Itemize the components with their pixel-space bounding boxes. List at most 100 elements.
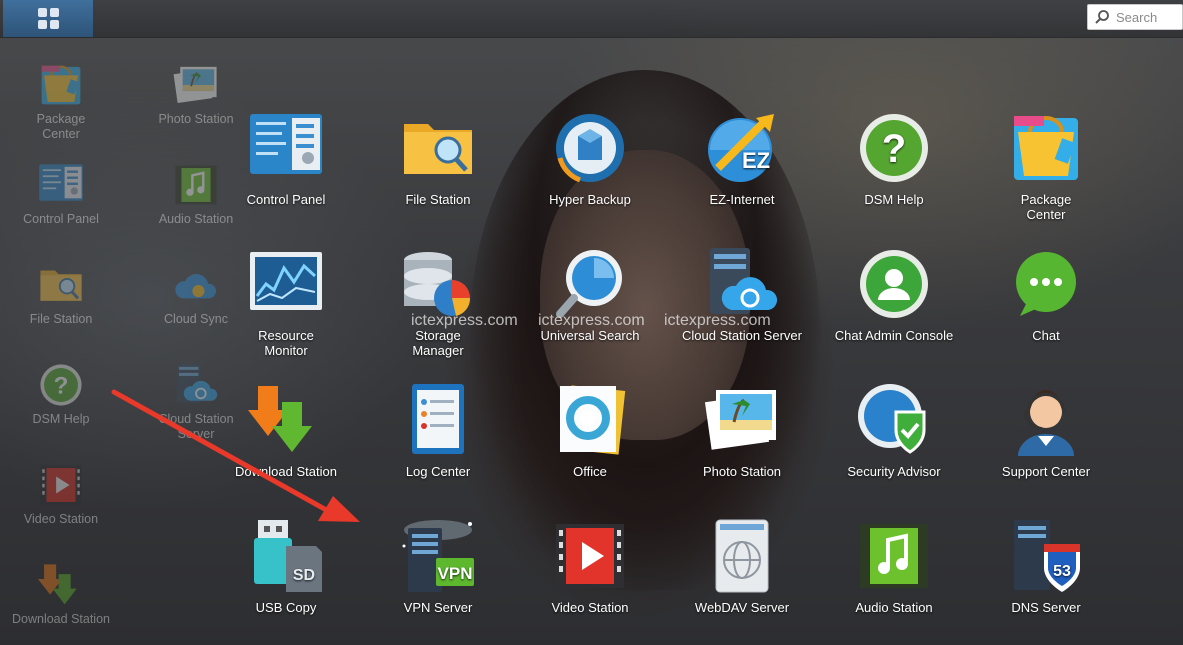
dsm-help-icon: ? bbox=[38, 362, 84, 408]
office-icon bbox=[552, 382, 628, 458]
app-dns-server[interactable]: 53 DNS Server bbox=[971, 518, 1121, 615]
desktop-shortcut-package-center[interactable]: Package Center bbox=[6, 62, 116, 142]
app-chat-admin-console[interactable]: Chat Admin Console bbox=[819, 246, 969, 343]
app-label: USB Copy bbox=[255, 600, 317, 615]
storage-manager-icon bbox=[400, 246, 476, 322]
app-package-center[interactable]: Package Center bbox=[971, 110, 1121, 222]
control-panel-icon bbox=[38, 162, 84, 208]
app-label: Chat bbox=[1032, 328, 1060, 343]
support-center-icon bbox=[1008, 382, 1084, 458]
app-chat[interactable]: Chat bbox=[971, 246, 1121, 343]
app-log-center[interactable]: Log Center bbox=[363, 382, 513, 479]
usb-copy-icon: SD bbox=[248, 518, 324, 594]
taskbar: Search bbox=[0, 0, 1183, 38]
webdav-server-icon bbox=[704, 518, 780, 594]
app-label: Download Station bbox=[235, 464, 337, 479]
app-dsm-help[interactable]: ? DSM Help bbox=[819, 110, 969, 207]
log-center-icon bbox=[400, 382, 476, 458]
desktop-shortcut-label: DSM Help bbox=[32, 412, 90, 426]
app-file-station[interactable]: File Station bbox=[363, 110, 513, 207]
main-menu-button[interactable] bbox=[3, 0, 93, 37]
photo-station-icon bbox=[704, 382, 780, 458]
chat-admin-console-icon bbox=[856, 246, 932, 322]
app-label: Support Center bbox=[1001, 464, 1091, 479]
svg-text:SD: SD bbox=[293, 567, 315, 584]
app-label: Universal Search bbox=[540, 328, 640, 343]
universal-search-icon bbox=[552, 246, 628, 322]
package-center-icon bbox=[1008, 110, 1084, 186]
desktop-shortcut-download-station[interactable]: Download Station bbox=[6, 562, 116, 627]
svg-text:?: ? bbox=[54, 372, 69, 399]
app-resource-monitor[interactable]: Resource Monitor bbox=[211, 246, 361, 358]
grid-icon bbox=[37, 8, 59, 29]
desktop-shortcut-label: Download Station bbox=[12, 612, 110, 626]
app-security-advisor[interactable]: Security Advisor bbox=[819, 382, 969, 479]
app-label: Storage bbox=[415, 328, 461, 343]
download-station-icon bbox=[38, 562, 84, 608]
app-label: Photo Station bbox=[702, 464, 782, 479]
package-center-icon bbox=[38, 62, 84, 108]
desktop-shortcut-video-station[interactable]: Video Station bbox=[6, 462, 116, 527]
watermark-text: ictexpress.com bbox=[411, 312, 518, 329]
security-advisor-icon bbox=[856, 382, 932, 458]
photo-station-icon bbox=[173, 62, 219, 108]
search-placeholder: Search bbox=[1116, 9, 1158, 25]
app-download-station[interactable]: Download Station bbox=[211, 382, 361, 479]
vpn-server-icon: VPN bbox=[400, 518, 476, 594]
app-label: DNS Server bbox=[1011, 600, 1081, 615]
app-storage-manager[interactable]: Storage Manager bbox=[363, 246, 513, 358]
app-hyper-backup[interactable]: Hyper Backup bbox=[515, 110, 665, 207]
video-station-icon bbox=[552, 518, 628, 594]
svg-text:VPN: VPN bbox=[438, 564, 473, 583]
app-label: Control Panel bbox=[246, 192, 326, 207]
app-label: VPN Server bbox=[403, 600, 473, 615]
app-label: File Station bbox=[405, 192, 471, 207]
app-office[interactable]: Office bbox=[515, 382, 665, 479]
desktop-shortcut-label: File Station bbox=[29, 312, 93, 326]
app-webdav-server[interactable]: WebDAV Server bbox=[667, 518, 817, 615]
app-label: Monitor bbox=[264, 343, 308, 358]
app-label: Cloud Station Server bbox=[682, 328, 802, 343]
file-station-icon bbox=[400, 110, 476, 186]
app-usb-copy[interactable]: SD USB Copy bbox=[211, 518, 361, 615]
search-icon bbox=[1095, 10, 1109, 24]
cloud-station-server-icon bbox=[704, 246, 780, 322]
app-ez-internet[interactable]: EZ EZ-Internet bbox=[667, 110, 817, 207]
app-video-station[interactable]: Video Station bbox=[515, 518, 665, 615]
video-station-icon bbox=[38, 462, 84, 508]
control-panel-icon bbox=[248, 110, 324, 186]
app-support-center[interactable]: Support Center bbox=[971, 382, 1121, 479]
app-label: Log Center bbox=[405, 464, 471, 479]
app-photo-station[interactable]: Photo Station bbox=[667, 382, 817, 479]
app-vpn-server[interactable]: VPN VPN Server bbox=[363, 518, 513, 615]
desktop-shortcut-label: Video Station bbox=[23, 512, 99, 526]
app-label: EZ-Internet bbox=[709, 192, 775, 207]
app-label: Resource bbox=[258, 328, 314, 343]
dns-server-icon: 53 bbox=[1008, 518, 1084, 594]
desktop-shortcut-label: Audio Station bbox=[158, 212, 234, 226]
app-control-panel[interactable]: Control Panel bbox=[211, 110, 361, 207]
search-input[interactable]: Search bbox=[1087, 4, 1183, 30]
app-label: DSM Help bbox=[864, 192, 924, 207]
resource-monitor-icon bbox=[248, 246, 324, 322]
svg-text:?: ? bbox=[882, 127, 906, 171]
app-label: Audio Station bbox=[855, 600, 933, 615]
svg-text:53: 53 bbox=[1053, 563, 1071, 580]
hyper-backup-icon bbox=[552, 110, 628, 186]
app-label: Security Advisor bbox=[847, 464, 941, 479]
desktop-shortcut-label: Control Panel bbox=[23, 212, 99, 226]
app-label: Hyper Backup bbox=[549, 192, 631, 207]
app-label: WebDAV Server bbox=[694, 600, 790, 615]
file-station-icon bbox=[38, 262, 84, 308]
app-label: Package bbox=[1020, 192, 1072, 207]
app-label: Manager bbox=[412, 343, 464, 358]
desktop-shortcut-control-panel[interactable]: Control Panel bbox=[6, 162, 116, 227]
app-audio-station[interactable]: Audio Station bbox=[819, 518, 969, 615]
audio-station-icon bbox=[856, 518, 932, 594]
watermark-text: ictexpress.com bbox=[664, 312, 771, 329]
desktop-shortcut-dsm-help[interactable]: ? DSM Help bbox=[6, 362, 116, 427]
app-label: Center bbox=[1026, 207, 1066, 222]
desktop-shortcut-label: Center bbox=[42, 127, 80, 141]
desktop-shortcut-file-station[interactable]: File Station bbox=[6, 262, 116, 327]
chat-icon bbox=[1008, 246, 1084, 322]
